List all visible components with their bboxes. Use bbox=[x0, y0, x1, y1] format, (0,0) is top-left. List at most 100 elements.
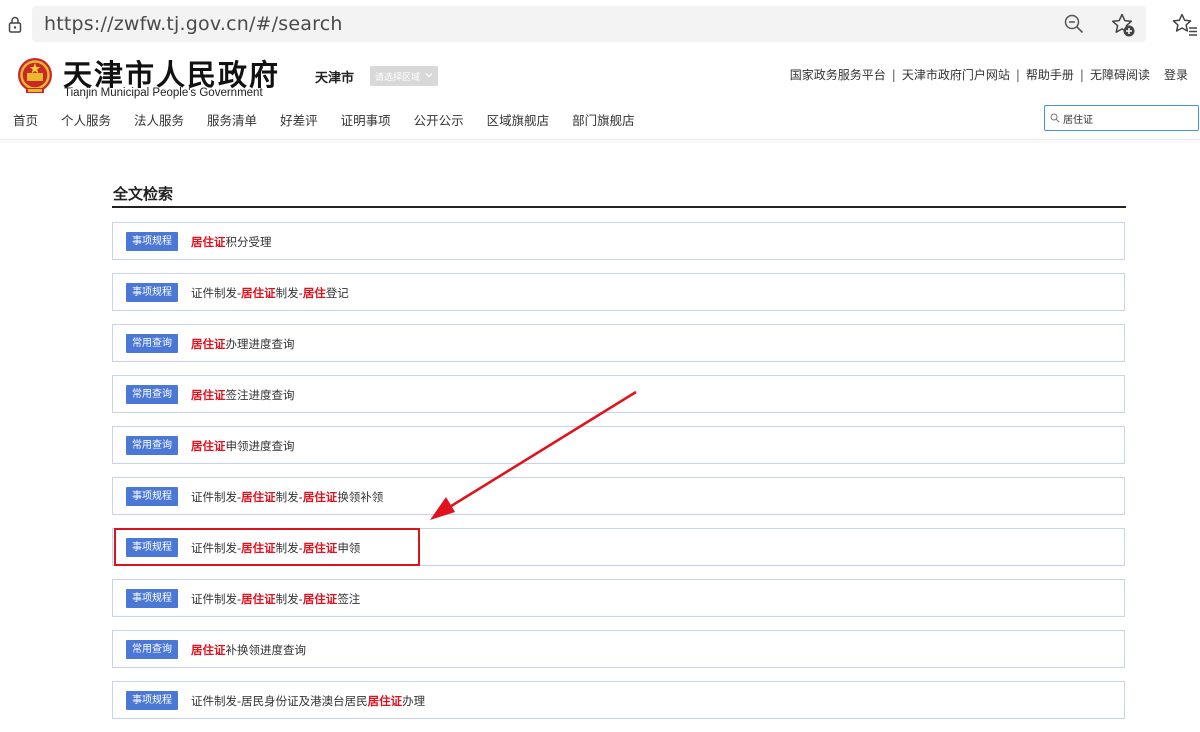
title-text: 办理 bbox=[402, 694, 426, 708]
search-icon[interactable] bbox=[1050, 113, 1060, 123]
top-links: 国家政务服务平台 | 天津市政府门户网站 | 帮助手册 | 无障碍阅读 登录 bbox=[790, 66, 1188, 83]
top-link-gov-portal[interactable]: 天津市政府门户网站 bbox=[902, 66, 1010, 83]
nav-item-service-list[interactable]: 服务清单 bbox=[207, 110, 257, 130]
keyword-highlight: 居住证 bbox=[241, 286, 276, 300]
result-item[interactable]: 常用查询 居住证补换领进度查询 bbox=[112, 630, 1125, 668]
search-box[interactable] bbox=[1044, 105, 1199, 131]
nav-item-department-store[interactable]: 部门旗舰店 bbox=[572, 110, 635, 130]
nav-item-personal-services[interactable]: 个人服务 bbox=[61, 110, 111, 130]
result-title[interactable]: 居住证签注进度查询 bbox=[191, 387, 295, 403]
result-tag: 事项规程 bbox=[126, 538, 178, 557]
divider: | bbox=[1015, 67, 1020, 82]
keyword-highlight: 居住证 bbox=[191, 388, 226, 402]
result-tag: 常用查询 bbox=[126, 385, 178, 404]
result-item[interactable]: 常用查询 居住证办理进度查询 bbox=[112, 324, 1125, 362]
keyword-highlight: 居住证 bbox=[302, 592, 338, 606]
title-text: 办理进度查询 bbox=[225, 337, 295, 351]
title-text: 证件制发- bbox=[191, 286, 242, 300]
title-text: 证件制发-居民身份证及港澳台居民 bbox=[191, 694, 368, 708]
keyword-highlight: 居住证 bbox=[302, 541, 338, 555]
lock-icon[interactable] bbox=[8, 16, 22, 33]
title-text: 登记 bbox=[325, 286, 349, 300]
title-text: 申领 bbox=[337, 541, 361, 555]
result-tag: 事项规程 bbox=[126, 232, 178, 251]
result-title[interactable]: 居住证补换领进度查询 bbox=[191, 642, 306, 658]
nav-item-certification[interactable]: 证明事项 bbox=[341, 110, 391, 130]
title-text: 制发- bbox=[275, 592, 303, 606]
divider: | bbox=[1079, 67, 1084, 82]
result-item[interactable]: 事项规程 居住证积分受理 bbox=[112, 222, 1125, 260]
result-tag: 常用查询 bbox=[126, 334, 178, 353]
result-title[interactable]: 居住证申领进度查询 bbox=[191, 438, 295, 454]
top-link-accessible-reading[interactable]: 无障碍阅读 bbox=[1090, 66, 1150, 83]
title-text: 制发- bbox=[275, 541, 303, 555]
login-link[interactable]: 登录 bbox=[1164, 66, 1188, 83]
main-nav: 首页 个人服务 法人服务 服务清单 好差评 证明事项 公开公示 区域旗舰店 部门… bbox=[0, 110, 645, 130]
top-link-help-manual[interactable]: 帮助手册 bbox=[1026, 66, 1074, 83]
site-header: 天津市人民政府 Tianjin Municipal People's Gover… bbox=[0, 48, 1200, 140]
title-text: 换领补领 bbox=[337, 490, 384, 504]
section-divider bbox=[112, 206, 1126, 208]
title-text: 申领进度查询 bbox=[225, 439, 295, 453]
site-title-en: Tianjin Municipal People's Government bbox=[64, 87, 263, 99]
result-title[interactable]: 证件制发-居住证制发-居住证签注 bbox=[191, 591, 360, 607]
region-select[interactable]: 请选择区域 bbox=[370, 66, 438, 86]
title-text: 制发- bbox=[275, 490, 303, 504]
keyword-highlight: 居住证 bbox=[367, 694, 403, 708]
top-link-national-platform[interactable]: 国家政务服务平台 bbox=[790, 66, 886, 83]
result-tag: 事项规程 bbox=[126, 283, 178, 302]
keyword-highlight: 居住证 bbox=[302, 490, 338, 504]
divider: | bbox=[891, 67, 896, 82]
result-item[interactable]: 事项规程 证件制发-居民身份证及港澳台居民居住证办理 bbox=[112, 681, 1125, 719]
nav-item-corporate-services[interactable]: 法人服务 bbox=[134, 110, 184, 130]
keyword-highlight: 居住证 bbox=[191, 235, 226, 249]
nav-item-public-notice[interactable]: 公开公示 bbox=[414, 110, 464, 130]
title-text: 证件制发- bbox=[191, 541, 242, 555]
result-list: 事项规程 居住证积分受理 事项规程 证件制发-居住证制发-居住登记 常用查询 居住证办… bbox=[112, 222, 1125, 732]
result-item[interactable]: 常用查询 居住证申领进度查询 bbox=[112, 426, 1125, 464]
browser-toolbar: https://zwfw.tj.gov.cn/#/search bbox=[0, 0, 1200, 48]
title-text: 签注 bbox=[337, 592, 361, 606]
search-input[interactable] bbox=[1063, 108, 1193, 128]
result-item[interactable]: 常用查询 居住证签注进度查询 bbox=[112, 375, 1125, 413]
result-tag: 常用查询 bbox=[126, 436, 178, 455]
result-tag: 事项规程 bbox=[126, 589, 178, 608]
nav-item-regional-store[interactable]: 区域旗舰店 bbox=[487, 110, 550, 130]
result-item[interactable]: 事项规程 证件制发-居住证制发-居住证换领补领 bbox=[112, 477, 1125, 515]
chevron-down-icon bbox=[425, 73, 433, 78]
nav-item-home[interactable]: 首页 bbox=[13, 110, 38, 130]
nav-item-evaluation[interactable]: 好差评 bbox=[280, 110, 318, 130]
keyword-highlight: 居住证 bbox=[241, 541, 276, 555]
favorites-list-icon[interactable] bbox=[1172, 12, 1198, 38]
region-select-value: 请选择区域 bbox=[375, 73, 421, 83]
result-title[interactable]: 居住证办理进度查询 bbox=[191, 336, 295, 352]
title-text: 积分受理 bbox=[225, 235, 272, 249]
result-item[interactable]: 事项规程 证件制发-居住证制发-居住登记 bbox=[112, 273, 1125, 311]
keyword-highlight: 居住证 bbox=[241, 592, 276, 606]
result-item[interactable]: 事项规程 证件制发-居住证制发-居住证签注 bbox=[112, 579, 1125, 617]
zoom-out-icon[interactable] bbox=[1064, 14, 1084, 34]
result-item[interactable]: 事项规程 证件制发-居住证制发-居住证申领 bbox=[112, 528, 1125, 566]
section-title: 全文检索 bbox=[113, 185, 174, 203]
city-label: 天津市 bbox=[315, 71, 355, 86]
result-title[interactable]: 证件制发-居民身份证及港澳台居民居住证办理 bbox=[191, 693, 425, 709]
keyword-highlight: 居住证 bbox=[191, 337, 226, 351]
add-favorite-icon[interactable] bbox=[1110, 12, 1136, 38]
keyword-highlight: 居住证 bbox=[191, 439, 226, 453]
address-bar-url[interactable]: https://zwfw.tj.gov.cn/#/search bbox=[44, 13, 343, 35]
keyword-highlight: 居住 bbox=[302, 286, 326, 300]
title-text: 证件制发- bbox=[191, 490, 242, 504]
national-emblem-logo bbox=[18, 58, 52, 93]
title-text: 签注进度查询 bbox=[225, 388, 295, 402]
result-title[interactable]: 证件制发-居住证制发-居住证申领 bbox=[191, 540, 360, 556]
keyword-highlight: 居住证 bbox=[191, 643, 226, 657]
title-text: 制发- bbox=[275, 286, 303, 300]
title-text: 证件制发- bbox=[191, 592, 242, 606]
result-title[interactable]: 证件制发-居住证制发-居住证换领补领 bbox=[191, 489, 383, 505]
keyword-highlight: 居住证 bbox=[241, 490, 276, 504]
result-tag: 常用查询 bbox=[126, 640, 178, 659]
result-title[interactable]: 居住证积分受理 bbox=[191, 234, 272, 250]
title-text: 补换领进度查询 bbox=[225, 643, 307, 657]
result-title[interactable]: 证件制发-居住证制发-居住登记 bbox=[191, 285, 349, 301]
result-tag: 事项规程 bbox=[126, 487, 178, 506]
